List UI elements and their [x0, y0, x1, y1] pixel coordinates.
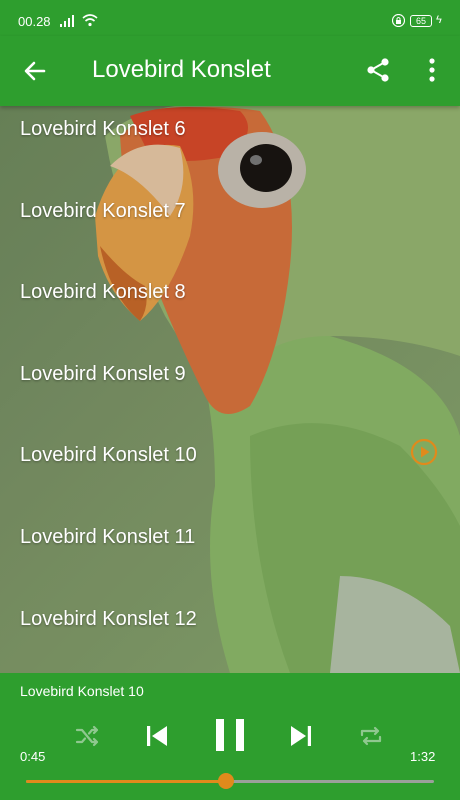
- list-item[interactable]: Lovebird Konslet 11: [0, 514, 460, 596]
- app-bar: Lovebird Konslet: [0, 36, 460, 106]
- back-arrow-icon[interactable]: [20, 56, 50, 86]
- list-item[interactable]: Lovebird Konslet 12: [0, 596, 460, 678]
- list-item[interactable]: Lovebird Konslet 9: [0, 351, 460, 433]
- next-icon[interactable]: [286, 721, 316, 751]
- wifi-icon: [82, 14, 98, 27]
- track-label: Lovebird Konslet 12: [20, 607, 197, 630]
- status-bar: 00.28 65 ϟ: [0, 0, 460, 36]
- track-label: Lovebird Konslet 9: [20, 362, 186, 385]
- repeat-icon[interactable]: [356, 721, 386, 751]
- seek-bar-thumb[interactable]: [217, 773, 234, 789]
- elapsed-time: 0:45: [20, 749, 46, 764]
- more-options-icon[interactable]: [418, 56, 446, 84]
- battery-icon: 65: [410, 15, 432, 27]
- shuffle-icon[interactable]: [72, 721, 102, 751]
- charging-icon: ϟ: [436, 14, 442, 26]
- page-title: Lovebird Konslet: [92, 56, 271, 83]
- signal-icon: [60, 15, 74, 27]
- list-item[interactable]: Lovebird Konslet 8: [0, 269, 460, 351]
- track-label: Lovebird Konslet 11: [20, 525, 196, 548]
- track-list: Lovebird Konslet 6 Lovebird Konslet 7 Love…: [0, 106, 460, 677]
- list-item[interactable]: Lovebird Konslet 10: [0, 432, 460, 514]
- lock-icon: [392, 14, 405, 27]
- status-time: 00.28: [18, 14, 51, 29]
- track-label: Lovebird Konslet 6: [20, 118, 186, 140]
- pause-icon[interactable]: [210, 715, 250, 755]
- share-icon[interactable]: [364, 56, 392, 84]
- track-label: Lovebird Konslet 7: [20, 199, 186, 222]
- seek-bar-progress: [26, 780, 226, 783]
- play-circle-icon[interactable]: [410, 438, 438, 466]
- track-label: Lovebird Konslet 8: [20, 281, 186, 304]
- seek-bar[interactable]: [26, 773, 434, 789]
- previous-icon[interactable]: [142, 721, 172, 751]
- player-bar: Lovebird Konslet 10 0:45 1:32: [0, 673, 460, 800]
- total-duration: 1:32: [410, 749, 436, 764]
- track-label: Lovebird Konslet 10: [20, 444, 197, 467]
- list-item[interactable]: Lovebird Konslet 6: [0, 106, 460, 188]
- now-playing-title: Lovebird Konslet 10: [20, 683, 144, 699]
- list-item[interactable]: Lovebird Konslet 7: [0, 188, 460, 270]
